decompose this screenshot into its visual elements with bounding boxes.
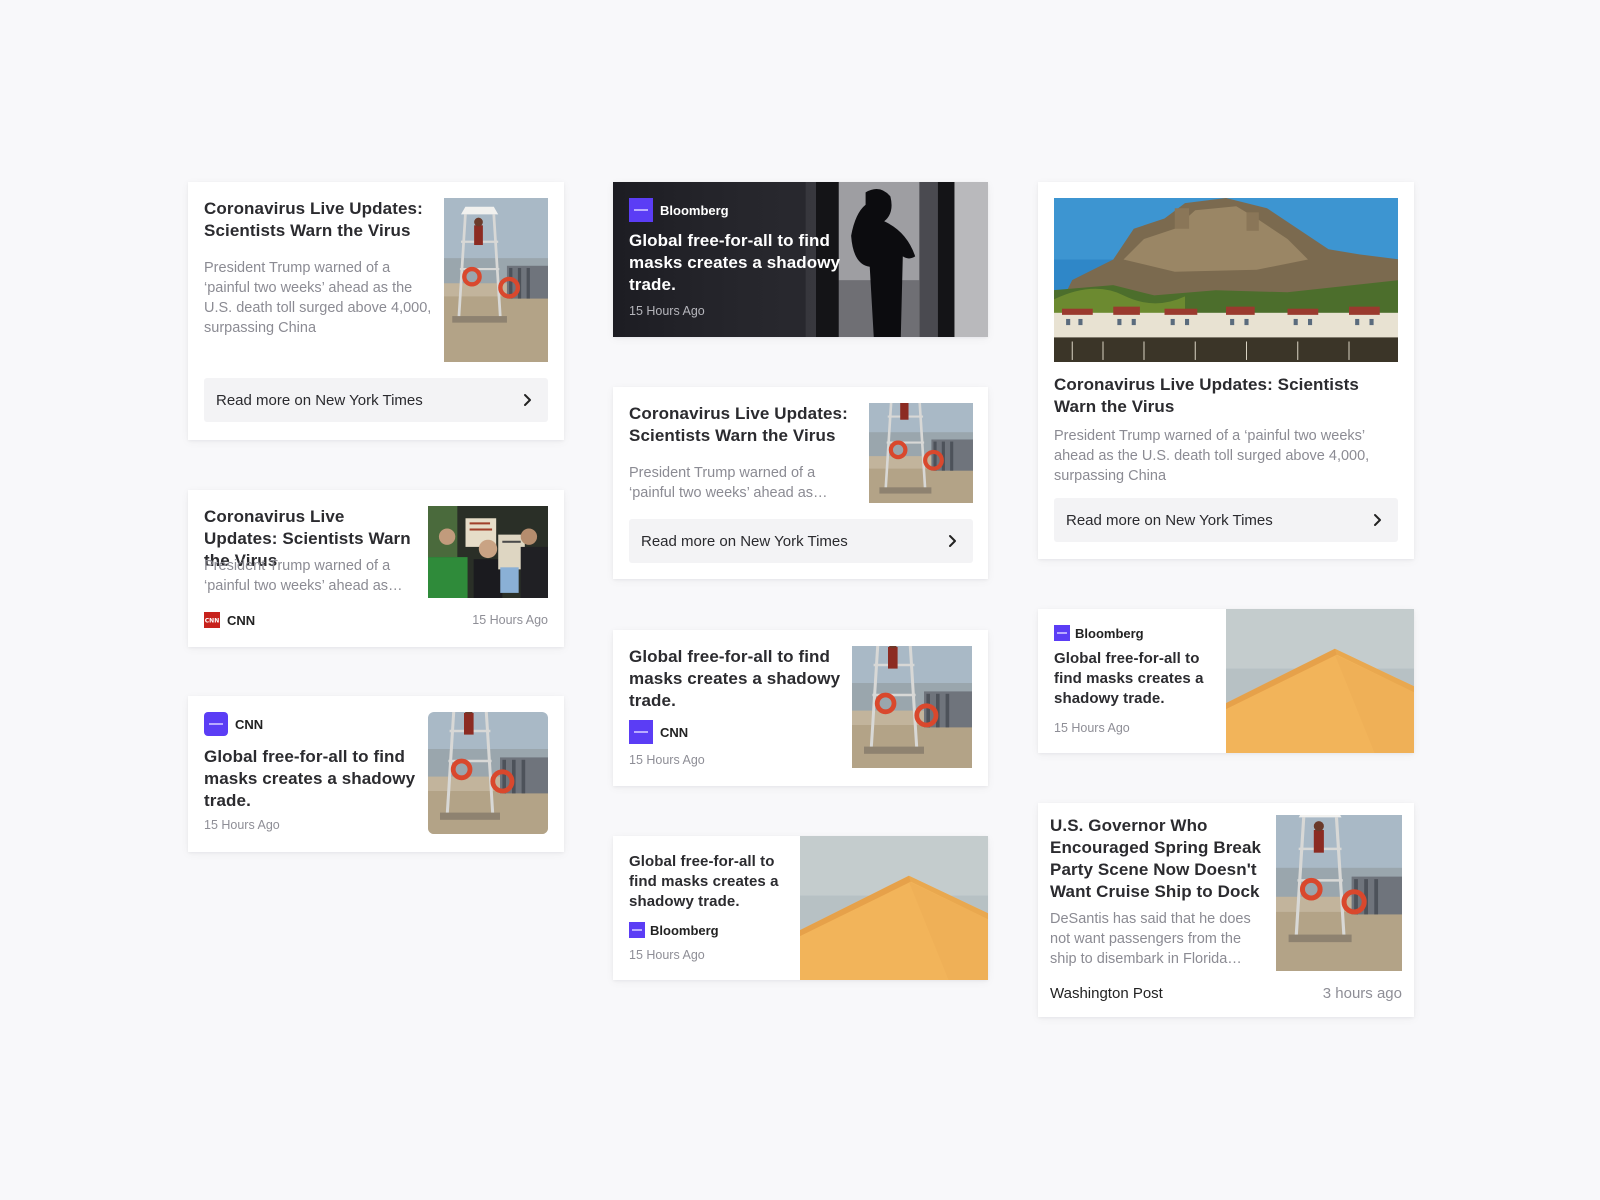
article-title[interactable]: Global free-for-all to find masks create… [204, 746, 418, 812]
article-title[interactable]: Global free-for-all to find masks create… [629, 230, 847, 296]
article-description: President Trump warned of a ‘painful two… [204, 558, 403, 594]
source-logo-icon [629, 720, 653, 744]
news-card-nyt-1[interactable]: Coronavirus Live Updates: Scientists War… [188, 182, 564, 440]
source: Bloomberg [629, 922, 719, 938]
article-image[interactable] [800, 836, 988, 980]
read-more-label: Read more on New York Times [1066, 511, 1273, 529]
article-image[interactable] [869, 403, 973, 503]
article-description: President Trump warned of a ‘painful two… [629, 465, 828, 501]
article-title[interactable]: Coronavirus Live Updates: Scientists War… [629, 403, 855, 447]
article-title[interactable]: Global free-for-all to find masks create… [1054, 649, 1214, 709]
chevron-right-icon [949, 535, 956, 547]
article-image[interactable] [1226, 609, 1414, 753]
read-more-button[interactable]: Read more on New York Times [204, 378, 548, 422]
bloomberg-logo-icon [629, 922, 645, 938]
article-image[interactable] [444, 198, 548, 362]
read-more-button[interactable]: Read more on New York Times [1054, 498, 1398, 542]
timestamp: 15 Hours Ago [204, 818, 280, 832]
article-title[interactable]: Coronavirus Live Updates: Scientists War… [204, 198, 430, 242]
bloomberg-logo-icon [629, 198, 653, 222]
source-name: Bloomberg [1075, 625, 1144, 641]
article-image[interactable] [1276, 815, 1402, 971]
svg-text:CNN: CNN [205, 618, 219, 625]
timestamp: 15 Hours Ago [629, 948, 705, 962]
timestamp: 15 Hours Ago [629, 304, 705, 318]
article-image[interactable] [852, 646, 972, 768]
news-card-cnn-2[interactable]: CNN Global free-for-all to find masks cr… [188, 696, 564, 852]
bloomberg-logo-icon [1054, 625, 1070, 641]
read-more-label: Read more on New York Times [216, 391, 423, 409]
article-title[interactable]: U.S. Governor Who Encouraged Spring Brea… [1050, 815, 1264, 903]
source-name: CNN [660, 724, 689, 740]
timestamp: 15 Hours Ago [629, 753, 705, 767]
article-description: President Trump warned of a ‘painful two… [1054, 428, 1370, 484]
article-image[interactable] [1054, 198, 1398, 362]
source: Bloomberg [629, 198, 729, 222]
source: CNN [204, 712, 263, 736]
timestamp: 15 Hours Ago [1054, 721, 1130, 735]
news-card-bloomberg-hero[interactable]: Bloomberg Global free-for-all to find ma… [613, 182, 988, 337]
article-image[interactable] [428, 506, 548, 598]
news-card-bloomberg-2[interactable]: Global free-for-all to find masks create… [613, 836, 988, 980]
read-more-button[interactable]: Read more on New York Times [629, 519, 973, 563]
source: Bloomberg [1054, 625, 1144, 641]
news-card-cnn-3[interactable]: Global free-for-all to find masks create… [613, 630, 988, 786]
article-image[interactable] [428, 712, 548, 834]
article-description: DeSantis has said that he does not want … [1050, 911, 1251, 967]
source-logo-icon [204, 712, 228, 736]
cnn-logo-icon: CNN [204, 612, 220, 628]
source: CNN CNN [204, 612, 255, 628]
news-card-bloomberg-3[interactable]: Bloomberg Global free-for-all to find ma… [1038, 609, 1414, 753]
read-more-label: Read more on New York Times [641, 532, 848, 550]
news-card-cnn-1[interactable]: Coronavirus Live Updates: Scientists War… [188, 490, 564, 647]
source-name: Bloomberg [660, 202, 729, 218]
article-title[interactable]: Global free-for-all to find masks create… [629, 646, 841, 712]
chevron-right-icon [1374, 514, 1381, 526]
article-title[interactable]: Global free-for-all to find masks create… [629, 852, 789, 912]
source-name: CNN [235, 716, 264, 732]
news-card-nyt-3[interactable]: Coronavirus Live Updates: Scientists War… [1038, 182, 1414, 559]
source-name: Bloomberg [650, 922, 719, 938]
news-card-wapo[interactable]: U.S. Governor Who Encouraged Spring Brea… [1038, 803, 1414, 1017]
source-name: CNN [227, 612, 256, 628]
timestamp: 15 Hours Ago [472, 613, 548, 627]
article-title[interactable]: Coronavirus Live Updates: Scientists War… [1054, 374, 1398, 418]
source: CNN [629, 720, 688, 744]
article-description: President Trump warned of a ‘painful two… [204, 260, 432, 336]
chevron-right-icon [524, 394, 531, 406]
news-card-nyt-2[interactable]: Coronavirus Live Updates: Scientists War… [613, 387, 988, 579]
timestamp: 3 hours ago [1322, 985, 1402, 1002]
source-name: Washington Post [1050, 985, 1163, 1002]
